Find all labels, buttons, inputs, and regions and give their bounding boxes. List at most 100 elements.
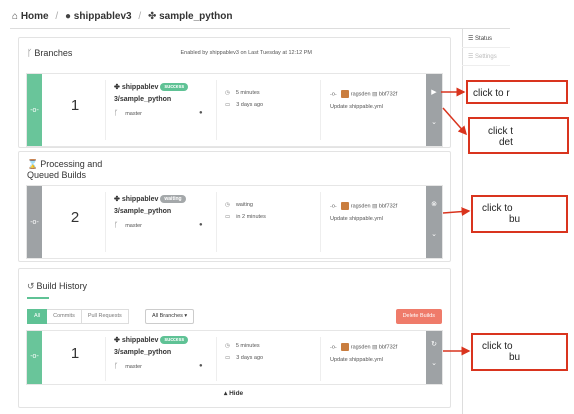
github-icon[interactable]: ●: [199, 222, 203, 228]
hide-toggle[interactable]: ▴ Hide: [224, 389, 243, 397]
started: ▭ 3 days ago: [225, 355, 264, 361]
branch-icon: ᚴ: [114, 222, 119, 229]
refresh-icon[interactable]: ↻: [426, 340, 442, 348]
callout-details: click t det: [468, 117, 569, 154]
started: ▭ 3 days ago: [225, 102, 264, 108]
chevron-down-icon[interactable]: ⌄: [426, 230, 442, 238]
duration: ◷ waiting: [225, 202, 253, 208]
status-badge: success: [160, 336, 189, 345]
avatar: [340, 343, 349, 351]
branch-name: ᚴ master: [114, 363, 143, 370]
branch-icon: ᚴ: [27, 48, 33, 58]
puzzle-icon: ✤: [114, 84, 122, 91]
commit-icon: -o-: [330, 91, 337, 98]
clock-icon: ◷: [225, 202, 230, 208]
title-underline: [27, 297, 49, 299]
avatar: [340, 90, 349, 98]
clock-icon: ◷: [225, 90, 230, 96]
history-tabs: All Commits Pull Requests: [27, 309, 129, 324]
branch-filter-dropdown[interactable]: All Branches ▾: [145, 309, 195, 324]
nav-settings[interactable]: ☰ Settings: [462, 48, 510, 66]
duration: ◷ 5 minutes: [225, 343, 260, 349]
sidebar-divider: [462, 28, 463, 414]
status-bar: -o-: [27, 186, 42, 258]
action-column: ⊗ ⌄: [426, 186, 442, 258]
build-number[interactable]: 2: [65, 209, 85, 226]
right-nav: ☰ Status ☰ Settings: [462, 30, 510, 66]
build-number[interactable]: 1: [65, 345, 85, 362]
commit-icon: -o-: [30, 353, 39, 360]
puzzle-icon: ✤: [114, 196, 122, 203]
processing-panel: ⌛ Processing and Queued Builds -o- 2 ✤ sh…: [18, 151, 451, 262]
puzzle-icon: ✤: [147, 11, 157, 22]
settings-icon: ☰: [468, 54, 476, 60]
repo-name[interactable]: ✤ shippablev success 3/sample_python: [114, 82, 189, 106]
tab-pull-requests[interactable]: Pull Requests: [81, 309, 129, 324]
queued-build-card[interactable]: -o- 2 ✤ shippablev waiting 3/sample_pytho…: [26, 185, 443, 259]
branch-build-card[interactable]: -o- 1 ✤ shippablev success 3/sample_pytho…: [26, 73, 443, 147]
calendar-icon: ▭: [225, 355, 231, 361]
commit-message: Update shippable.yml: [330, 216, 383, 222]
nav-status[interactable]: ☰ Status: [462, 30, 510, 48]
avatar: [340, 202, 349, 210]
calendar-icon: ▭: [225, 214, 231, 220]
callout-rebuild: click to bu: [471, 333, 568, 371]
github-icon[interactable]: ●: [199, 363, 203, 369]
callout-stop: click to bu: [471, 195, 568, 233]
tab-commits[interactable]: Commits: [47, 309, 82, 324]
started: ▭ in 2 minutes: [225, 214, 266, 220]
file-icon: ▤: [372, 344, 378, 351]
file-icon: ▤: [372, 203, 378, 210]
breadcrumb-repo[interactable]: sample_python: [159, 11, 232, 22]
branch-icon: ᚴ: [114, 363, 119, 370]
processing-title: ⌛ Processing and Queued Builds: [27, 159, 103, 180]
status-badge: waiting: [160, 195, 186, 204]
status-bar: -o-: [27, 74, 42, 146]
commit-info: -o-ragsden ▤ bbf732f: [330, 202, 398, 210]
duration: ◷ 5 minutes: [225, 90, 260, 96]
commit-icon: -o-: [330, 203, 337, 210]
history-panel: ↺ Build History All Commits Pull Requests…: [18, 268, 451, 408]
top-divider: [10, 28, 510, 29]
commit-info: -o-ragsden ▤ bbf732f: [330, 343, 398, 351]
list-icon: ☰: [468, 36, 476, 42]
puzzle-icon: ✤: [114, 337, 122, 344]
hourglass-icon: ⌛: [27, 159, 39, 169]
commit-icon: -o-: [30, 107, 39, 114]
commit-info: -o-ragsden ▤ bbf732f: [330, 90, 398, 98]
github-icon: ●: [64, 11, 72, 22]
branch-icon: ᚴ: [114, 110, 119, 117]
file-icon: ▤: [372, 91, 378, 98]
callout-run: click to r: [466, 80, 568, 104]
history-icon: ↺: [27, 281, 35, 291]
commit-message: Update shippable.yml: [330, 104, 383, 110]
branch-name: ᚴ master: [114, 222, 143, 229]
stop-icon[interactable]: ⊗: [426, 200, 442, 208]
action-column: ▶ ⌄: [426, 74, 442, 146]
chevron-down-icon[interactable]: ⌄: [426, 359, 442, 367]
history-build-card[interactable]: -o- 1 ✤ shippablev success 3/sample_pytho…: [26, 330, 443, 385]
home-icon: ⌂: [12, 11, 19, 22]
breadcrumb-owner[interactable]: shippablev3: [74, 11, 132, 22]
branches-panel: ᚴ Branches Enabled by shippablev3 on Last…: [18, 37, 451, 148]
calendar-icon: ▭: [225, 102, 231, 108]
chevron-down-icon[interactable]: ⌄: [426, 118, 442, 126]
branches-title: ᚴ Branches: [27, 48, 73, 58]
breadcrumb: ⌂ Home / ● shippablev3 / ✤ sample_python: [12, 11, 233, 22]
build-number[interactable]: 1: [65, 97, 85, 114]
commit-message: Update shippable.yml: [330, 357, 383, 363]
repo-name[interactable]: ✤ shippablev success 3/sample_python: [114, 335, 189, 359]
delete-builds-button[interactable]: Delete Builds: [395, 309, 442, 324]
history-title: ↺ Build History: [27, 281, 88, 291]
github-icon[interactable]: ●: [199, 110, 203, 116]
status-bar: -o-: [27, 331, 42, 384]
repo-name[interactable]: ✤ shippablev waiting 3/sample_python: [114, 194, 186, 218]
action-column: ↻ ⌄: [426, 331, 442, 384]
play-icon[interactable]: ▶: [426, 88, 442, 96]
status-badge: success: [160, 83, 189, 92]
enabled-note: Enabled by shippablev3 on Last Tuesday a…: [180, 50, 312, 56]
breadcrumb-home[interactable]: Home: [21, 11, 49, 22]
commit-icon: -o-: [30, 219, 39, 226]
tab-all[interactable]: All: [27, 309, 48, 324]
branch-name: ᚴ master: [114, 110, 143, 117]
